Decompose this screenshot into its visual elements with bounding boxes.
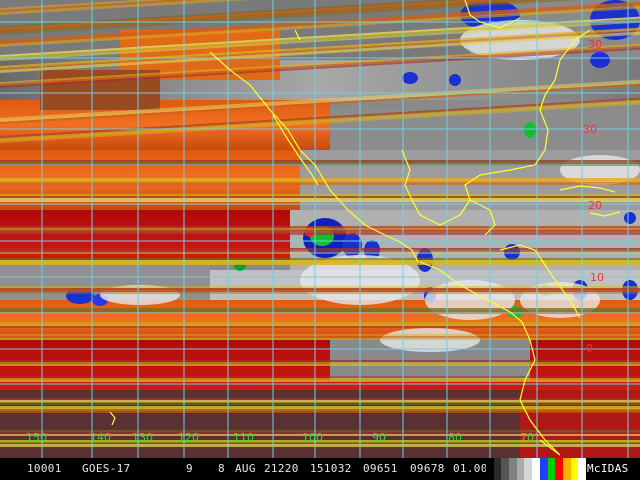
longitude-label: 70 <box>520 431 534 444</box>
color-scale-swatch <box>555 458 563 480</box>
day-of-month: 8 <box>218 462 225 475</box>
scan-line-streak <box>0 334 640 336</box>
julian-date: 21220 <box>264 462 299 475</box>
longitude-label: 90 <box>372 431 386 444</box>
longitude-label: 110 <box>233 431 254 444</box>
latitude-label: 20 <box>588 199 602 212</box>
center-latitude-code: 09651 <box>363 462 398 475</box>
scan-line-streak <box>0 324 640 326</box>
latitude-label: 10 <box>590 271 604 284</box>
color-scale-swatch <box>516 458 525 480</box>
zoom-level: 01.00 <box>453 462 488 475</box>
scan-line-streak <box>0 402 640 405</box>
scan-line-streak <box>0 310 640 312</box>
scan-line-streak <box>0 444 640 447</box>
mcidas-logo: McIDAS <box>587 462 629 475</box>
image-status-bar: 10001 GOES-17 9 8 AUG 21220 151032 09651… <box>0 458 640 480</box>
scan-line-streak <box>0 308 640 310</box>
scan-line-streak <box>0 326 640 328</box>
color-scale-swatch <box>524 458 533 480</box>
color-scale-swatch <box>539 458 548 480</box>
color-scale-swatch <box>532 458 540 480</box>
longitude-label: 150 <box>26 431 47 444</box>
center-longitude-code: 09678 <box>410 462 445 475</box>
color-scale-swatch <box>578 458 586 480</box>
scan-line-streak <box>0 362 640 364</box>
scan-line-streak <box>0 376 640 378</box>
latitude-label: 0 <box>586 342 593 355</box>
scan-line-streak <box>0 336 640 338</box>
scan-line-streak <box>0 380 640 382</box>
color-scale-swatch <box>562 458 571 480</box>
frame-id: 10001 <box>27 462 62 475</box>
scan-line-streak <box>0 322 640 324</box>
scan-line-streak <box>0 230 640 235</box>
scan-line-streak <box>0 248 640 250</box>
scan-line-streak <box>0 290 640 294</box>
color-scale-swatch <box>501 458 510 480</box>
longitude-label: 120 <box>178 431 199 444</box>
satellite-name: GOES-17 <box>82 462 131 475</box>
scan-line-streak <box>0 250 640 252</box>
color-scale-swatch <box>570 458 579 480</box>
scan-line-streak <box>0 338 640 340</box>
longitude-label: 140 <box>90 431 111 444</box>
scan-line-streak <box>0 360 640 362</box>
color-scale-swatch <box>547 458 556 480</box>
color-scale-bar <box>486 458 586 480</box>
scan-line-streak <box>0 162 640 164</box>
scan-line-streak <box>0 198 640 202</box>
longitude-label: 130 <box>132 431 153 444</box>
longitude-label: 100 <box>302 431 323 444</box>
color-scale-swatch <box>493 458 502 480</box>
scan-line-streak <box>0 182 640 185</box>
water-vapor-satellite-map: 303020100 150 140 130 120 110 100 90 80 70 <box>0 0 640 458</box>
month: AUG <box>235 462 256 475</box>
color-scale-swatch <box>509 458 517 480</box>
scan-line-streak <box>0 160 640 162</box>
latitude-label: 30 <box>583 123 597 136</box>
scan-line-streak <box>0 252 640 254</box>
band-number: 9 <box>186 462 193 475</box>
latitude-label: 30 <box>588 38 602 51</box>
scan-line-streak <box>0 378 640 380</box>
longitude-label: 80 <box>448 431 462 444</box>
image-time: 151032 <box>310 462 352 475</box>
scan-line-streak <box>0 364 640 366</box>
scan-line-streak <box>0 410 640 413</box>
color-scale-swatch <box>486 458 494 480</box>
